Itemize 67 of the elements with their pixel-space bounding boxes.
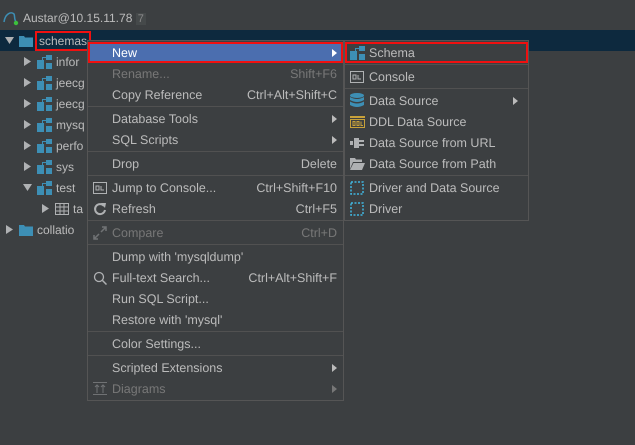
schema-icon (37, 118, 52, 132)
compare-icon (93, 226, 107, 240)
menu-item[interactable]: Data Source from URL (345, 132, 528, 153)
menu-item[interactable]: Data Source (345, 90, 528, 111)
menu-item[interactable]: Run SQL Script... (88, 288, 343, 309)
connection-icon (3, 10, 19, 26)
driver-icon (350, 180, 364, 194)
search-icon (93, 270, 107, 284)
console-icon (350, 70, 364, 82)
menu-item[interactable]: Driver and Data Source (345, 177, 528, 198)
console-icon (93, 182, 107, 194)
schema-icon (37, 54, 52, 68)
tree-item[interactable]: sys (56, 160, 74, 174)
tree-item[interactable]: test (56, 180, 76, 194)
menu-item[interactable]: Refresh Ctrl+F5 (88, 198, 343, 219)
tree-item[interactable]: jeecg (56, 76, 85, 90)
driver-icon (350, 202, 364, 216)
diagram-icon (93, 382, 107, 395)
tree-item[interactable]: perfo (56, 138, 84, 152)
table-icon (55, 202, 69, 214)
refresh-icon (93, 202, 107, 216)
folder-icon (19, 34, 33, 46)
connection-name[interactable]: Austar@10.15.11.78 7 (23, 11, 146, 25)
tree-item[interactable]: jeecg (56, 96, 85, 110)
menu-item[interactable]: Console (345, 66, 528, 87)
expand-arrow-icon[interactable] (40, 204, 50, 213)
collapse-arrow-icon[interactable] (22, 183, 32, 192)
expand-arrow-icon[interactable] (22, 120, 32, 129)
folder-icon (19, 224, 33, 236)
menu-item[interactable]: Scripted Extensions (88, 357, 343, 378)
folder-icon (350, 158, 364, 170)
schema-icon (37, 138, 52, 152)
menu-item[interactable]: SQL Scripts (88, 129, 343, 150)
schema-icon (37, 96, 52, 110)
expand-arrow-icon[interactable] (22, 57, 32, 66)
menu-item[interactable]: Full-text Search... Ctrl+Alt+Shift+F (88, 267, 343, 288)
expand-arrow-icon[interactable] (22, 99, 32, 108)
tree-item[interactable]: collatio (37, 222, 74, 236)
menu-item[interactable]: Driver (345, 198, 528, 219)
schema-icon (37, 160, 52, 174)
database-icon (350, 93, 364, 108)
menu-item[interactable]: New (88, 42, 343, 63)
expand-arrow-icon[interactable] (22, 141, 32, 150)
menu-item[interactable]: Database Tools (88, 108, 343, 129)
schema-icon (37, 76, 52, 90)
schema-icon (350, 46, 364, 60)
count-badge: 7 (136, 13, 146, 25)
tree-item[interactable]: infor (56, 54, 80, 68)
expand-arrow-icon[interactable] (4, 225, 14, 234)
menu-item[interactable]: Dump with 'mysqldump' (88, 246, 343, 267)
collapse-arrow-icon[interactable] (4, 36, 14, 45)
menu-item[interactable]: Copy Reference Ctrl+Alt+Shift+C (88, 84, 343, 105)
menu-item[interactable]: Jump to Console... Ctrl+Shift+F10 (88, 177, 343, 198)
schema-icon (37, 180, 52, 194)
plug-icon (350, 136, 364, 148)
menu-item[interactable]: Restore with 'mysql' (88, 309, 343, 330)
ddl-icon (350, 116, 364, 128)
expand-arrow-icon[interactable] (22, 162, 32, 171)
menu-item[interactable]: Drop Delete (88, 153, 343, 174)
menu-item[interactable]: Color Settings... (88, 333, 343, 354)
expand-arrow-icon[interactable] (22, 78, 32, 87)
tree-item[interactable]: schemas (37, 32, 90, 48)
menu-item[interactable]: Schema (345, 42, 528, 63)
tree-item[interactable]: mysq (56, 118, 85, 132)
tree-item[interactable]: ta (73, 202, 84, 216)
menu-item[interactable]: DDL Data Source (345, 111, 528, 132)
menu-item[interactable]: Data Source from Path (345, 153, 528, 174)
